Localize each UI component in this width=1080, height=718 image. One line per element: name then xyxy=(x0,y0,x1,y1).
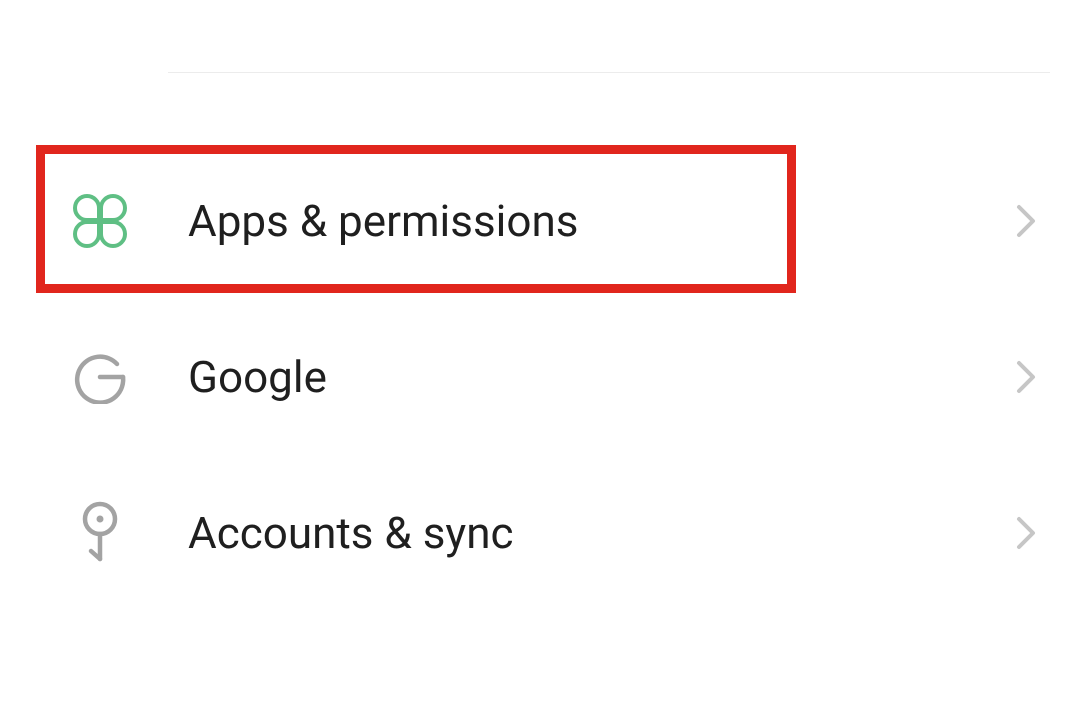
chevron-right-icon xyxy=(1012,363,1040,391)
settings-item-apps-permissions[interactable]: Apps & permissions xyxy=(0,143,1080,299)
google-icon xyxy=(70,347,130,407)
settings-list: Apps & permissions Google xyxy=(0,143,1080,611)
settings-item-accounts-sync[interactable]: Accounts & sync xyxy=(0,455,1080,611)
apps-icon xyxy=(70,191,130,251)
divider xyxy=(168,72,1050,73)
settings-item-google[interactable]: Google xyxy=(0,299,1080,455)
chevron-right-icon xyxy=(1012,519,1040,547)
key-icon xyxy=(70,503,130,563)
chevron-right-icon xyxy=(1012,207,1040,235)
settings-item-label: Apps & permissions xyxy=(188,195,578,247)
settings-screen: Apps & permissions Google xyxy=(0,0,1080,718)
settings-item-label: Google xyxy=(188,351,327,403)
settings-item-label: Accounts & sync xyxy=(188,507,514,559)
